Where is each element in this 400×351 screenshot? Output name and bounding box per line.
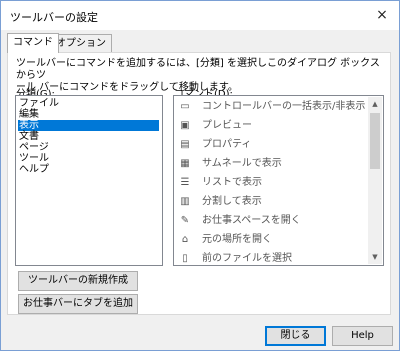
- categories-listbox[interactable]: ファイル 編集 表示 文書 ページ ツール ヘルプ: [15, 95, 163, 266]
- help-button[interactable]: Help: [332, 326, 393, 346]
- open-workspace-icon: ✎: [180, 215, 190, 226]
- scroll-down-icon[interactable]: ▼: [368, 250, 382, 264]
- add-tab-button[interactable]: お仕事バーにタブを追加: [18, 294, 138, 314]
- category-item-selected[interactable]: 表示: [18, 120, 159, 131]
- command-item[interactable]: ▤ プロパティ: [177, 137, 251, 153]
- previous-file-icon: ▯: [182, 253, 188, 264]
- command-label: 分割して表示: [202, 196, 262, 207]
- category-item[interactable]: 文書: [18, 131, 159, 142]
- command-label: リストで表示: [202, 177, 262, 188]
- close-button[interactable]: 閉じる: [265, 326, 326, 346]
- command-label: プレビュー: [202, 120, 252, 131]
- tab-options[interactable]: オプション: [50, 34, 112, 52]
- category-item[interactable]: 編集: [18, 109, 159, 120]
- split-view-icon: ▥: [180, 196, 190, 207]
- command-item[interactable]: ✎ お仕事スペースを開く: [177, 213, 301, 229]
- properties-icon: ▤: [180, 139, 190, 150]
- command-item[interactable]: ⌂ 元の場所を開く: [177, 232, 272, 248]
- thumbnail-view-icon: ▦: [180, 158, 190, 169]
- command-item[interactable]: ▥ 分割して表示: [177, 194, 262, 210]
- commands-listbox[interactable]: ▭ コントロールバーの一括表示/非表示 ▣ プレビュー ▤ プロパティ ▦ サムネールで…: [173, 95, 384, 266]
- commands-scrollbar[interactable]: ▲ ▼: [368, 97, 382, 264]
- list-view-icon: ☰: [180, 177, 190, 188]
- preview-icon: ▣: [180, 120, 190, 131]
- command-label: 元の場所を開く: [202, 234, 272, 245]
- category-item[interactable]: ヘルプ: [18, 164, 159, 175]
- category-item[interactable]: ファイル: [18, 98, 159, 109]
- command-label: 前のファイルを選択: [202, 253, 292, 264]
- command-item[interactable]: ▣ プレビュー: [177, 118, 252, 134]
- scrollbar-thumb[interactable]: [370, 113, 380, 169]
- category-item[interactable]: ツール: [18, 153, 159, 164]
- close-icon[interactable]: ×: [371, 5, 393, 25]
- title-bar: ツールバーの設定 ×: [1, 1, 399, 30]
- dialog-title: ツールバーの設定: [10, 11, 98, 24]
- toggle-toolbars-icon: ▭: [180, 101, 190, 112]
- open-original-location-icon: ⌂: [181, 234, 189, 245]
- command-label: サムネールで表示: [202, 158, 282, 169]
- instructions-line-1: ツールバーにコマンドを追加するには、[分類] を選択しこのダイアログ ボックスか…: [16, 58, 380, 81]
- command-label: お仕事スペースを開く: [202, 215, 301, 226]
- tab-commands[interactable]: コマンド: [7, 33, 59, 53]
- new-toolbar-button[interactable]: ツールバーの新規作成: [18, 271, 138, 291]
- command-item[interactable]: ☰ リストで表示: [177, 175, 262, 191]
- command-label: コントロールバーの一括表示/非表示: [202, 101, 366, 112]
- command-item[interactable]: ▯ 前のファイルを選択: [177, 251, 292, 267]
- command-label: プロパティ: [202, 139, 252, 150]
- command-item[interactable]: ▦ サムネールで表示: [177, 156, 282, 172]
- category-item[interactable]: ページ: [18, 142, 159, 153]
- command-item[interactable]: ▭ コントロールバーの一括表示/非表示: [177, 99, 365, 115]
- scroll-up-icon[interactable]: ▲: [368, 97, 382, 111]
